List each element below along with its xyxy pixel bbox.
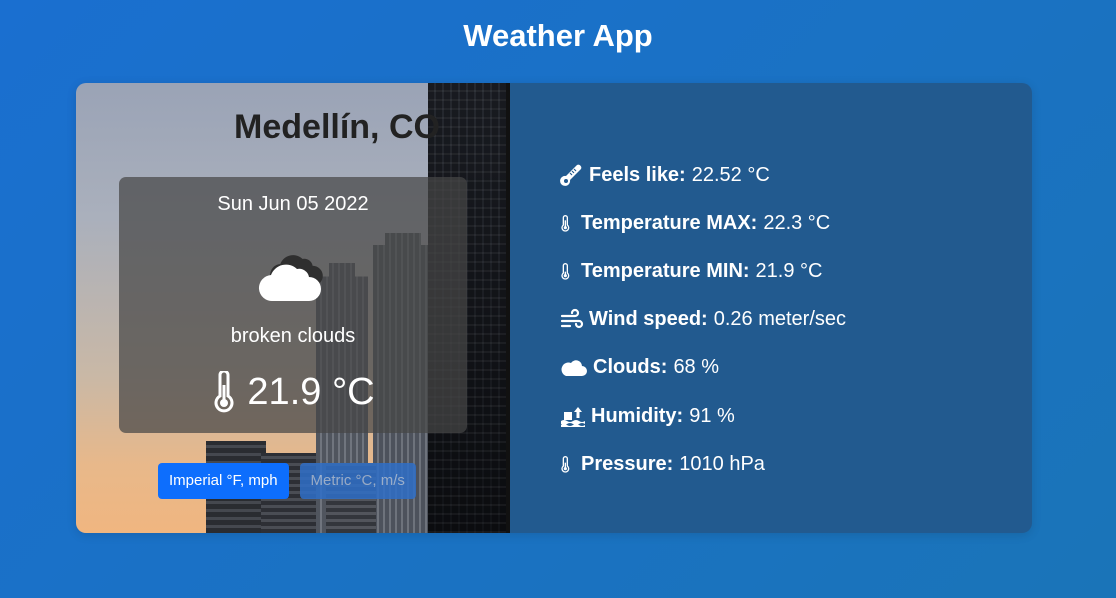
thermometer-icon — [561, 215, 570, 232]
city-name: Medellín, CO — [234, 108, 440, 146]
weather-card: Medellín, CO Sun Jun 05 2022 broken clou… — [76, 83, 1032, 533]
detail-label: Humidity: — [591, 404, 684, 427]
detail-value: 22.52 °C — [691, 163, 770, 186]
detail-feels-like: Feels like: 22.52 °C — [560, 151, 846, 199]
detail-temp-max: Temperature MAX: 22.3 °C — [560, 199, 846, 247]
app-title: Weather App — [463, 18, 653, 53]
detail-label: Pressure: — [581, 452, 674, 475]
detail-clouds: Clouds: 68 % — [560, 344, 846, 392]
detail-value: 68 % — [673, 356, 720, 379]
metric-units-button[interactable]: Metric °C, m/s — [299, 463, 416, 499]
thermometer-icon — [561, 456, 570, 473]
imperial-units-button[interactable]: Imperial °F, mph — [158, 463, 289, 499]
cloud-icon — [561, 360, 587, 376]
detail-value: 91 % — [689, 404, 735, 427]
detail-temp-min: Temperature MIN: 21.9 °C — [560, 247, 846, 295]
current-date: Sun Jun 05 2022 — [217, 193, 369, 215]
detail-value: 22.3 °C — [763, 211, 831, 234]
detail-value: 1010 hPa — [679, 452, 765, 475]
detail-label: Feels like: — [589, 163, 686, 186]
temperature-feel-icon — [560, 164, 582, 187]
detail-label: Clouds: — [593, 356, 668, 379]
humidity-icon — [561, 407, 585, 428]
detail-value: 0.26 meter/sec — [713, 308, 847, 331]
weather-description: broken clouds — [230, 325, 356, 347]
weather-summary: Sun Jun 05 2022 broken clouds 21.9 °C — [119, 177, 467, 433]
city-background-panel: Medellín, CO Sun Jun 05 2022 broken clou… — [76, 83, 510, 533]
detail-wind-speed: Wind speed: 0.26 meter/sec — [560, 296, 846, 344]
unit-toggle: Imperial °F, mph Metric °C, m/s — [158, 463, 416, 499]
detail-humidity: Humidity: 91 % — [560, 392, 846, 440]
detail-label: Temperature MAX: — [581, 211, 758, 234]
detail-pressure: Pressure: 1010 hPa — [560, 440, 846, 488]
wind-icon — [560, 308, 584, 328]
cloud-icon — [258, 255, 323, 302]
weather-details-panel: Feels like: 22.52 °C Temperature MAX: 22… — [510, 83, 1032, 533]
weather-details-list: Feels like: 22.52 °C Temperature MAX: 22… — [560, 151, 846, 488]
temperature-value: 21.9 °C — [247, 371, 375, 413]
current-temperature: 21.9 °C — [119, 369, 467, 415]
thermometer-icon — [214, 371, 234, 413]
detail-value: 21.9 °C — [755, 259, 823, 282]
thermometer-icon — [561, 263, 570, 281]
detail-label: Wind speed: — [589, 308, 708, 331]
detail-label: Temperature MIN: — [581, 259, 750, 282]
